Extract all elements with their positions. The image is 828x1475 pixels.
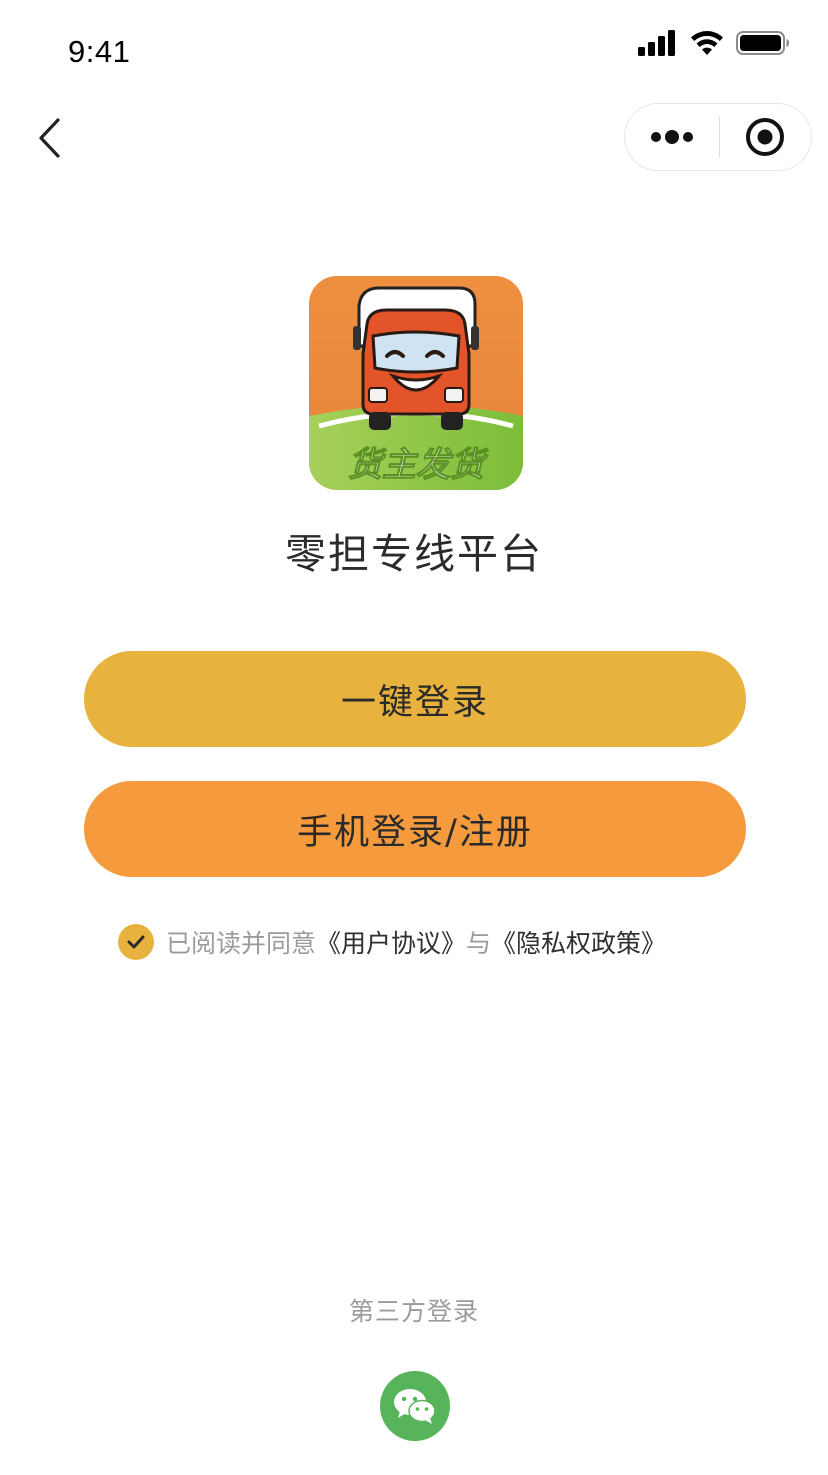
status-time: 9:41 xyxy=(68,34,131,69)
third-party-login-label: 第三方登录 xyxy=(348,1297,479,1326)
nav-bar xyxy=(0,100,828,176)
more-dots-icon xyxy=(650,130,693,144)
back-button[interactable] xyxy=(24,110,74,166)
status-icons xyxy=(638,28,790,58)
battery-icon xyxy=(736,31,789,55)
agreement-row: 已阅读并同意 《用户协议》 与 《隐私权政策》 xyxy=(118,922,666,962)
app-name: 零担专线平台 xyxy=(285,530,543,578)
signal-icon xyxy=(638,30,675,56)
mini-program-capsule xyxy=(624,103,812,171)
more-button[interactable] xyxy=(625,104,719,170)
target-circle-icon xyxy=(746,118,785,156)
agreement-prefix: 已阅读并同意 xyxy=(166,929,317,958)
wifi-icon xyxy=(691,31,723,55)
user-agreement-link[interactable]: 《用户协议》 xyxy=(316,924,466,960)
wechat-login-button[interactable] xyxy=(380,1371,450,1441)
logo-text: 货主发货 xyxy=(348,445,489,485)
quick-login-button[interactable]: 一键登录 xyxy=(84,651,746,747)
chevron-left-icon xyxy=(39,118,60,158)
privacy-policy-link[interactable]: 《隐私权政策》 xyxy=(491,924,666,960)
checkmark-icon xyxy=(127,935,145,949)
close-mini-program-button[interactable] xyxy=(720,104,812,170)
agreement-conjunction: 与 xyxy=(466,929,492,958)
app-logo: 货主发货 xyxy=(309,276,523,490)
wechat-icon xyxy=(394,1389,436,1424)
status-bar: 9:41 xyxy=(0,0,828,88)
agreement-checkbox[interactable] xyxy=(118,924,154,960)
phone-login-register-button[interactable]: 手机登录/注册 xyxy=(84,781,746,877)
